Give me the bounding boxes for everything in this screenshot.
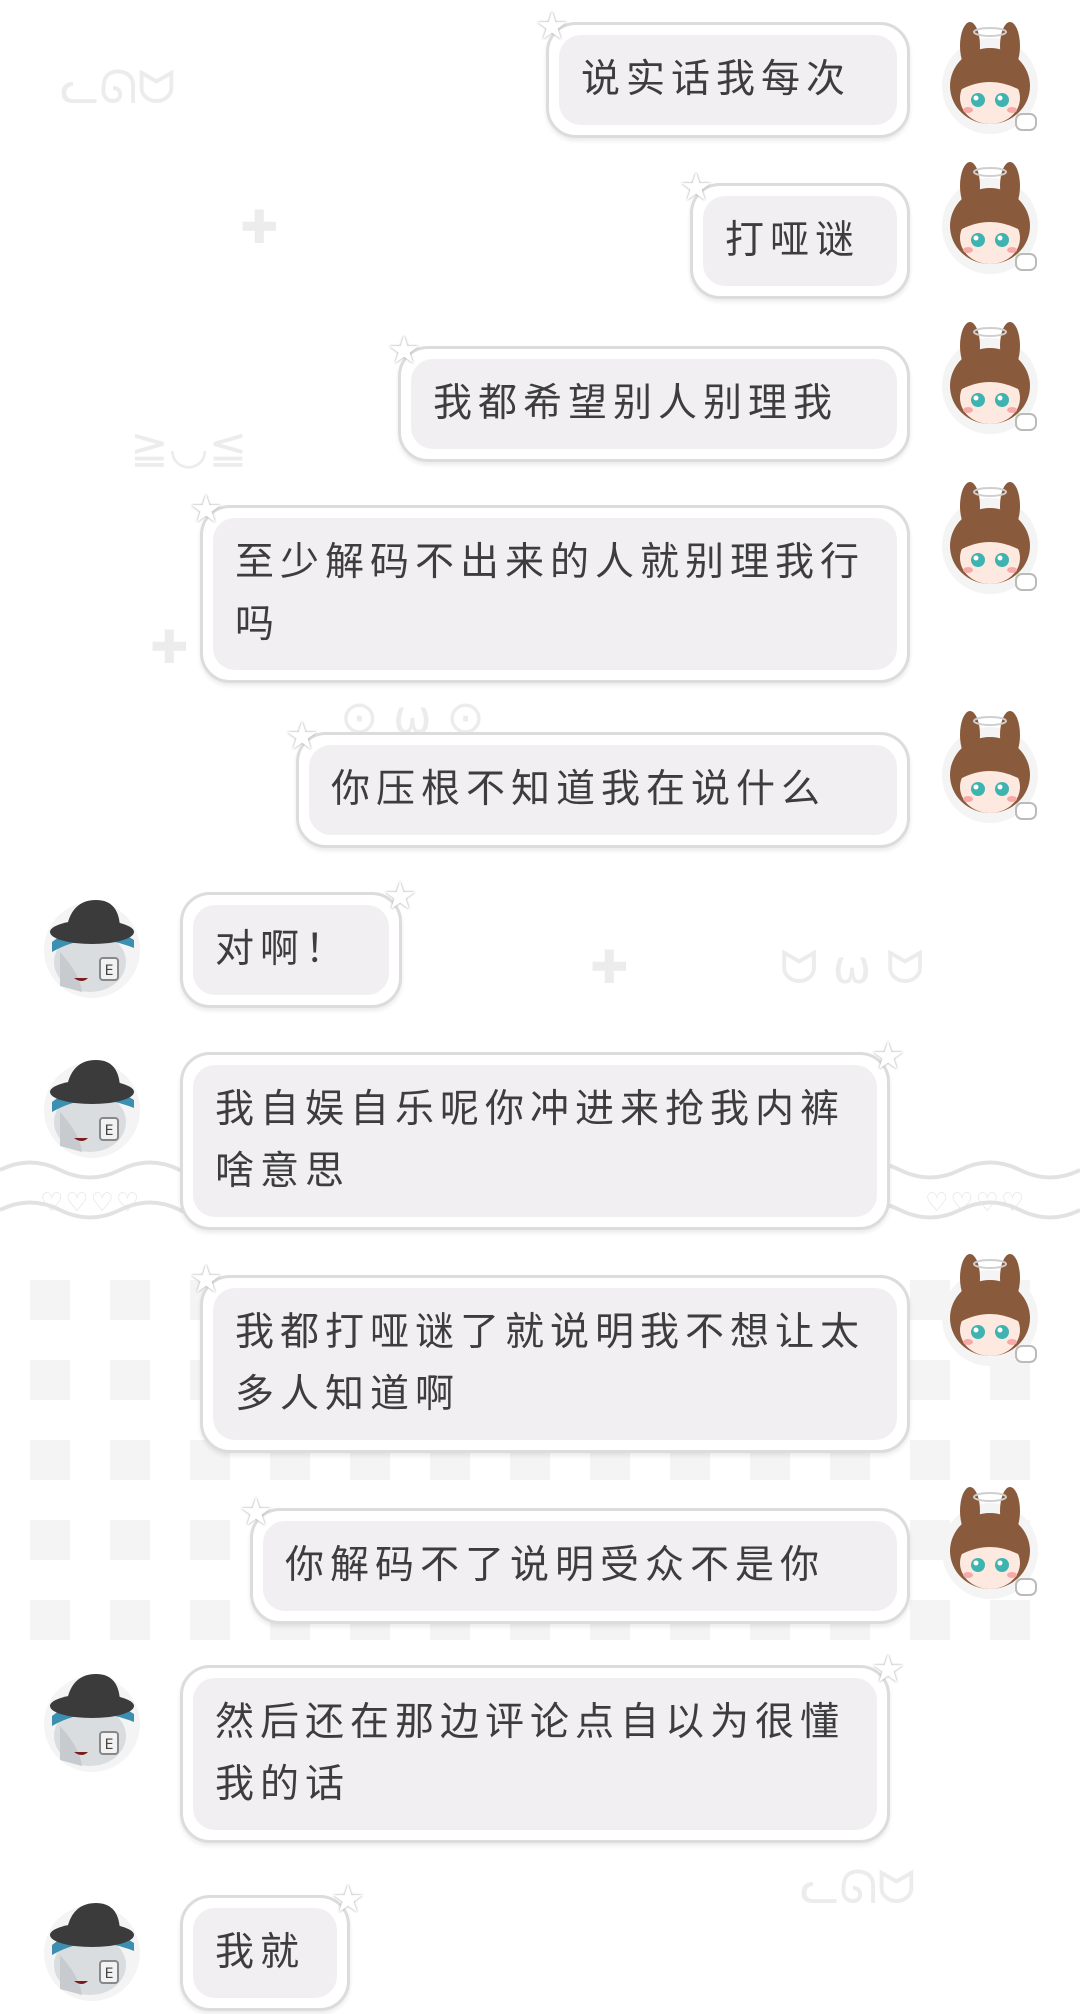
bunny-girl-avatar[interactable] bbox=[928, 1483, 1052, 1607]
bunny-girl-avatar[interactable] bbox=[928, 318, 1052, 442]
star-icon: ★ bbox=[285, 714, 320, 758]
bunny-girl-avatar[interactable] bbox=[928, 18, 1052, 142]
star-icon: ★ bbox=[331, 1877, 366, 1921]
svg-text:E: E bbox=[105, 1123, 114, 1139]
message-bubble[interactable]: 我自娱自乐呢你冲进来抢我内裤啥意思 ★ bbox=[180, 1037, 905, 1230]
message-text: 你解码不了说明受众不是你 bbox=[263, 1521, 897, 1611]
message-text: 我自娱自乐呢你冲进来抢我内裤啥意思 bbox=[193, 1065, 877, 1217]
hearts-decoration: ♡♡♡♡ bbox=[40, 1188, 142, 1218]
star-icon: ★ bbox=[189, 1257, 224, 1301]
message-text: 我都希望别人别理我 bbox=[411, 359, 897, 449]
message-text: 对啊！ bbox=[193, 905, 389, 995]
bunny-girl-avatar[interactable] bbox=[928, 158, 1052, 282]
message-text: 我都打哑谜了就说明我不想让太多人知道啊 bbox=[213, 1288, 897, 1440]
bunny-girl-avatar[interactable] bbox=[928, 707, 1052, 831]
star-icon: ★ bbox=[387, 328, 422, 372]
message-text: 打哑谜 bbox=[703, 196, 897, 286]
star-icon: ★ bbox=[679, 165, 714, 209]
svg-text:E: E bbox=[105, 1737, 114, 1753]
chat-screen: ᓚᘏᗢ ✚ ≧◡≦ ✚ ⊙ ω ⊙ ᗢ ω ᗢ ✚ ᓚᘏᗢ ♡♡♡♡ ♡♡♡♡ … bbox=[0, 0, 1080, 2014]
svg-text:E: E bbox=[105, 1966, 114, 1982]
message-bubble[interactable]: 然后还在那边评论点自以为很懂我的话 ★ bbox=[180, 1650, 905, 1843]
hat-boy-avatar[interactable]: E bbox=[30, 882, 154, 1006]
message-bubble[interactable]: 我都打哑谜了就说明我不想让太多人知道啊 ★ bbox=[189, 1260, 910, 1453]
message-text: 然后还在那边评论点自以为很懂我的话 bbox=[193, 1678, 877, 1830]
bunny-girl-avatar[interactable] bbox=[928, 1250, 1052, 1374]
background-doodle: ᓚᘏᗢ bbox=[800, 1860, 916, 1914]
message-bubble[interactable]: 我都希望别人别理我 ★ bbox=[387, 331, 910, 462]
message-bubble[interactable]: 至少解码不出来的人就别理我行吗 ★ bbox=[189, 490, 910, 683]
star-icon: ★ bbox=[871, 1647, 906, 1691]
message-bubble[interactable]: 对啊！ ★ bbox=[180, 877, 417, 1008]
hearts-decoration: ♡♡♡♡ bbox=[925, 1188, 1027, 1218]
message-bubble[interactable]: 你压根不知道我在说什么 ★ bbox=[285, 717, 910, 848]
svg-text:E: E bbox=[105, 963, 114, 979]
hat-boy-avatar[interactable]: E bbox=[30, 1656, 154, 1780]
message-text: 说实话我每次 bbox=[559, 35, 897, 125]
message-bubble[interactable]: 你解码不了说明受众不是你 ★ bbox=[239, 1493, 910, 1624]
background-doodle: ≧◡≦ bbox=[130, 420, 248, 474]
message-bubble[interactable]: 说实话我每次 ★ bbox=[535, 7, 910, 138]
star-icon: ★ bbox=[189, 487, 224, 531]
background-doodle: ✚ bbox=[150, 620, 189, 674]
message-bubble[interactable]: 我就 ★ bbox=[180, 1880, 365, 2011]
star-icon: ★ bbox=[383, 874, 418, 918]
message-text: 你压根不知道我在说什么 bbox=[309, 745, 897, 835]
star-icon: ★ bbox=[871, 1034, 906, 1078]
hat-boy-avatar[interactable]: E bbox=[30, 1885, 154, 2009]
message-bubble[interactable]: 打哑谜 ★ bbox=[679, 168, 910, 299]
message-text: 我就 bbox=[193, 1908, 337, 1998]
background-doodle: ✚ bbox=[240, 200, 279, 254]
background-doodle: ᓚᘏᗢ bbox=[60, 60, 176, 114]
bunny-girl-avatar[interactable] bbox=[928, 478, 1052, 602]
background-doodle: ✚ bbox=[590, 940, 629, 994]
message-text: 至少解码不出来的人就别理我行吗 bbox=[213, 518, 897, 670]
star-icon: ★ bbox=[535, 4, 570, 48]
hat-boy-avatar[interactable]: E bbox=[30, 1042, 154, 1166]
star-icon: ★ bbox=[239, 1490, 274, 1534]
background-doodle: ᗢ ω ᗢ bbox=[780, 940, 925, 994]
